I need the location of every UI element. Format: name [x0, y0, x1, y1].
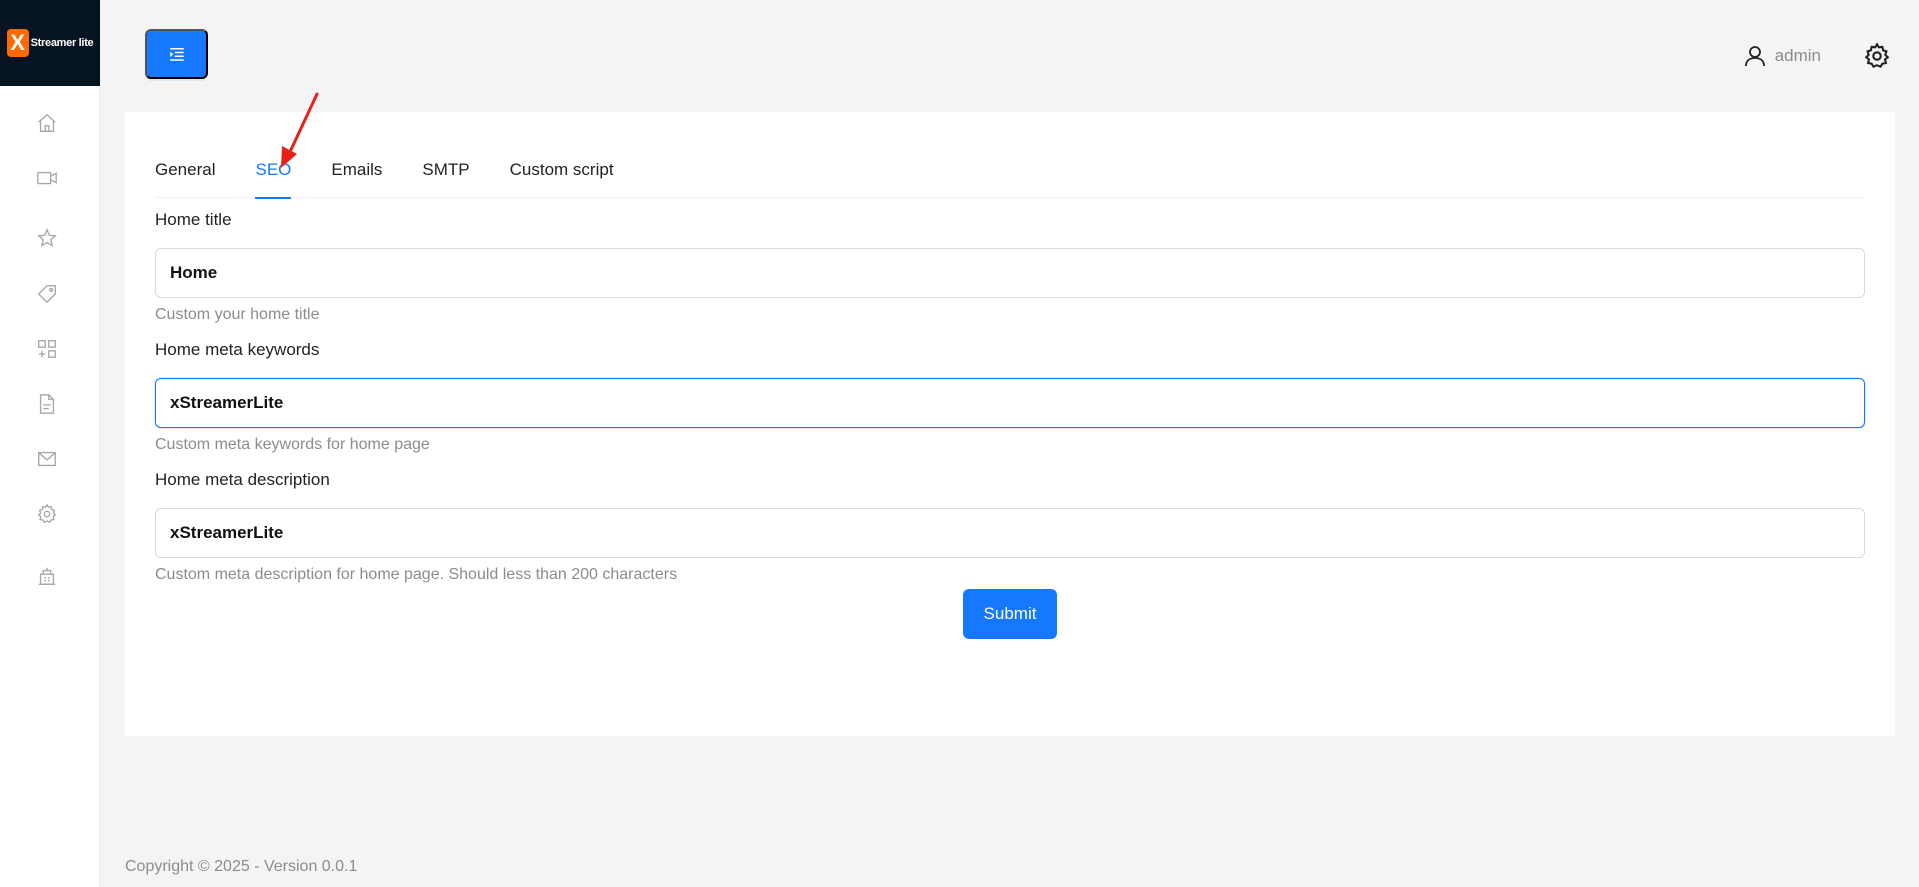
settings-tabs: General SEO Emails SMTP Custom script	[155, 156, 1865, 199]
home-meta-keywords-input[interactable]	[155, 378, 1865, 428]
tab-custom-script[interactable]: Custom script	[510, 156, 614, 198]
home-meta-keywords-field: Home meta keywords Custom meta keywords …	[155, 338, 1865, 456]
star-icon	[37, 228, 57, 247]
home-icon	[38, 113, 56, 132]
home-title-input[interactable]	[155, 248, 1865, 298]
logo[interactable]: X Streamer lite	[0, 0, 100, 86]
home-title-field: Home title Custom your home title	[155, 208, 1865, 326]
sidebar-item-videos[interactable]	[34, 165, 60, 191]
menu-unfold-icon	[169, 48, 184, 61]
sidebar-item-settings[interactable]	[34, 501, 60, 527]
user-icon	[1744, 46, 1765, 67]
home-meta-description-help: Custom meta description for home page. S…	[155, 566, 678, 583]
tab-emails[interactable]: Emails	[331, 156, 382, 198]
user-menu[interactable]: admin	[1743, 42, 1821, 70]
menu-toggle-button[interactable]	[145, 29, 208, 79]
sidebar: X Streamer lite	[0, 0, 100, 887]
logo-mark: X	[6, 29, 29, 57]
user-name: admin	[1774, 46, 1821, 65]
home-meta-description-label: Home meta description	[155, 470, 330, 489]
sidebar-item-building[interactable]	[34, 563, 60, 589]
tab-general[interactable]: General	[155, 156, 215, 198]
submit-button[interactable]: Submit	[963, 589, 1057, 639]
sidebar-item-home[interactable]	[34, 110, 60, 136]
sidebar-item-pages[interactable]	[34, 391, 60, 417]
video-icon	[37, 171, 57, 185]
logo-text: Streamer lite	[30, 37, 94, 49]
header-settings-button[interactable]	[1862, 41, 1892, 71]
home-meta-description-input[interactable]	[155, 508, 1865, 558]
home-meta-description-field: Home meta description Custom meta descri…	[155, 468, 1865, 586]
sidebar-item-apps[interactable]	[34, 336, 60, 362]
apps-icon	[38, 340, 56, 358]
home-title-help: Custom your home title	[155, 306, 320, 323]
settings-card: General SEO Emails SMTP Custom script Ho…	[125, 112, 1895, 736]
tab-smtp[interactable]: SMTP	[422, 156, 469, 198]
footer-copyright: Copyright © 2025 - Version 0.0.1	[125, 858, 358, 875]
sidebar-item-emails[interactable]	[34, 446, 60, 472]
file-icon	[39, 394, 55, 414]
settings-icon	[37, 503, 57, 524]
home-meta-keywords-help: Custom meta keywords for home page	[155, 436, 430, 453]
home-meta-keywords-label: Home meta keywords	[155, 340, 320, 359]
sidebar-item-tags[interactable]	[34, 281, 60, 307]
sidebar-item-favorites[interactable]	[34, 225, 60, 251]
mail-icon	[38, 451, 56, 467]
home-title-label: Home title	[155, 210, 232, 229]
tab-seo[interactable]: SEO	[255, 156, 291, 199]
building-icon	[38, 567, 56, 585]
tag-icon	[37, 285, 56, 304]
gear-icon	[1864, 42, 1890, 69]
